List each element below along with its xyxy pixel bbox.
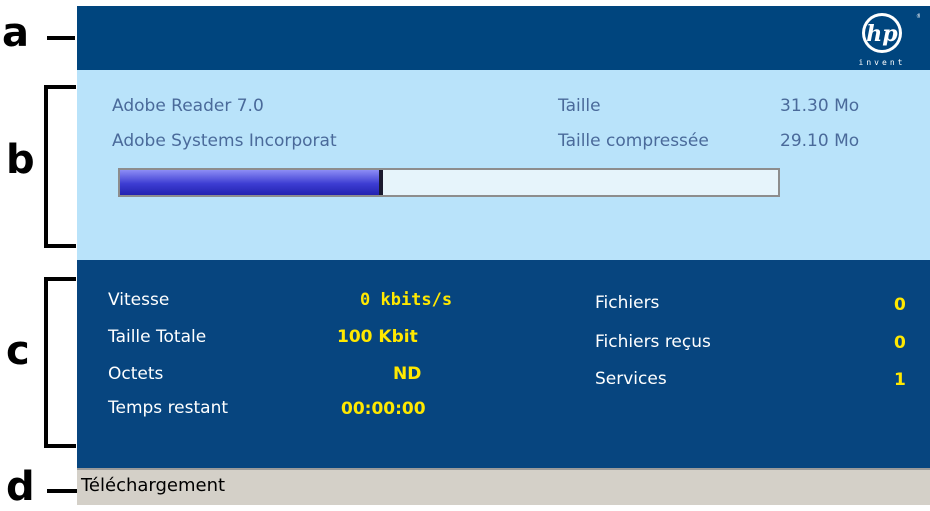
hp-tagline: invent [859, 58, 906, 67]
svg-text:®: ® [916, 13, 920, 20]
package-info-panel: Adobe Reader 7.0 Adobe Systems Incorpora… [77, 70, 930, 260]
time-remaining-value: 00:00:00 [341, 399, 426, 419]
services-value: 1 [894, 370, 906, 390]
compressed-size-label: Taille compressée [558, 131, 709, 151]
status-bar: Téléchargement [77, 468, 930, 505]
callout-a: a [2, 10, 29, 56]
bytes-value: ND [393, 364, 422, 384]
compressed-size-value: 29.10 Mo [780, 131, 860, 151]
callout-d-dash [47, 489, 77, 493]
callout-b-bracket [44, 85, 76, 248]
callout-a-dash [47, 36, 75, 40]
services-label: Services [595, 369, 667, 389]
bytes-label: Octets [108, 364, 164, 384]
download-progress-bar [118, 168, 780, 197]
status-text: Téléchargement [81, 475, 226, 496]
app-name: Adobe Reader 7.0 [112, 96, 264, 116]
speed-value: 0 kbits/s [360, 290, 453, 310]
download-stats-panel: Vitesse 0 kbits/s Taille Totale 100 Kbit… [77, 260, 930, 468]
callout-c: c [6, 328, 30, 374]
files-value: 0 [894, 295, 906, 315]
time-remaining-label: Temps restant [108, 398, 229, 418]
files-received-value: 0 [894, 333, 906, 353]
total-size-label: Taille Totale [108, 327, 207, 347]
files-received-label: Fichiers reçus [595, 332, 711, 352]
files-label: Fichiers [595, 293, 660, 313]
speed-label: Vitesse [108, 290, 170, 310]
size-label: Taille [558, 96, 601, 116]
hp-logo: hp ® invent [846, 11, 922, 67]
callout-c-bracket [44, 277, 76, 448]
callout-b: b [6, 137, 35, 183]
callout-d: d [6, 464, 35, 510]
app-publisher: Adobe Systems Incorporat [112, 131, 337, 151]
total-size-value: 100 Kbit [337, 327, 418, 347]
progress-fill [120, 170, 384, 195]
hp-logo-text: hp [866, 21, 898, 47]
header-bar: hp ® invent [77, 6, 930, 70]
size-value: 31.30 Mo [780, 96, 860, 116]
